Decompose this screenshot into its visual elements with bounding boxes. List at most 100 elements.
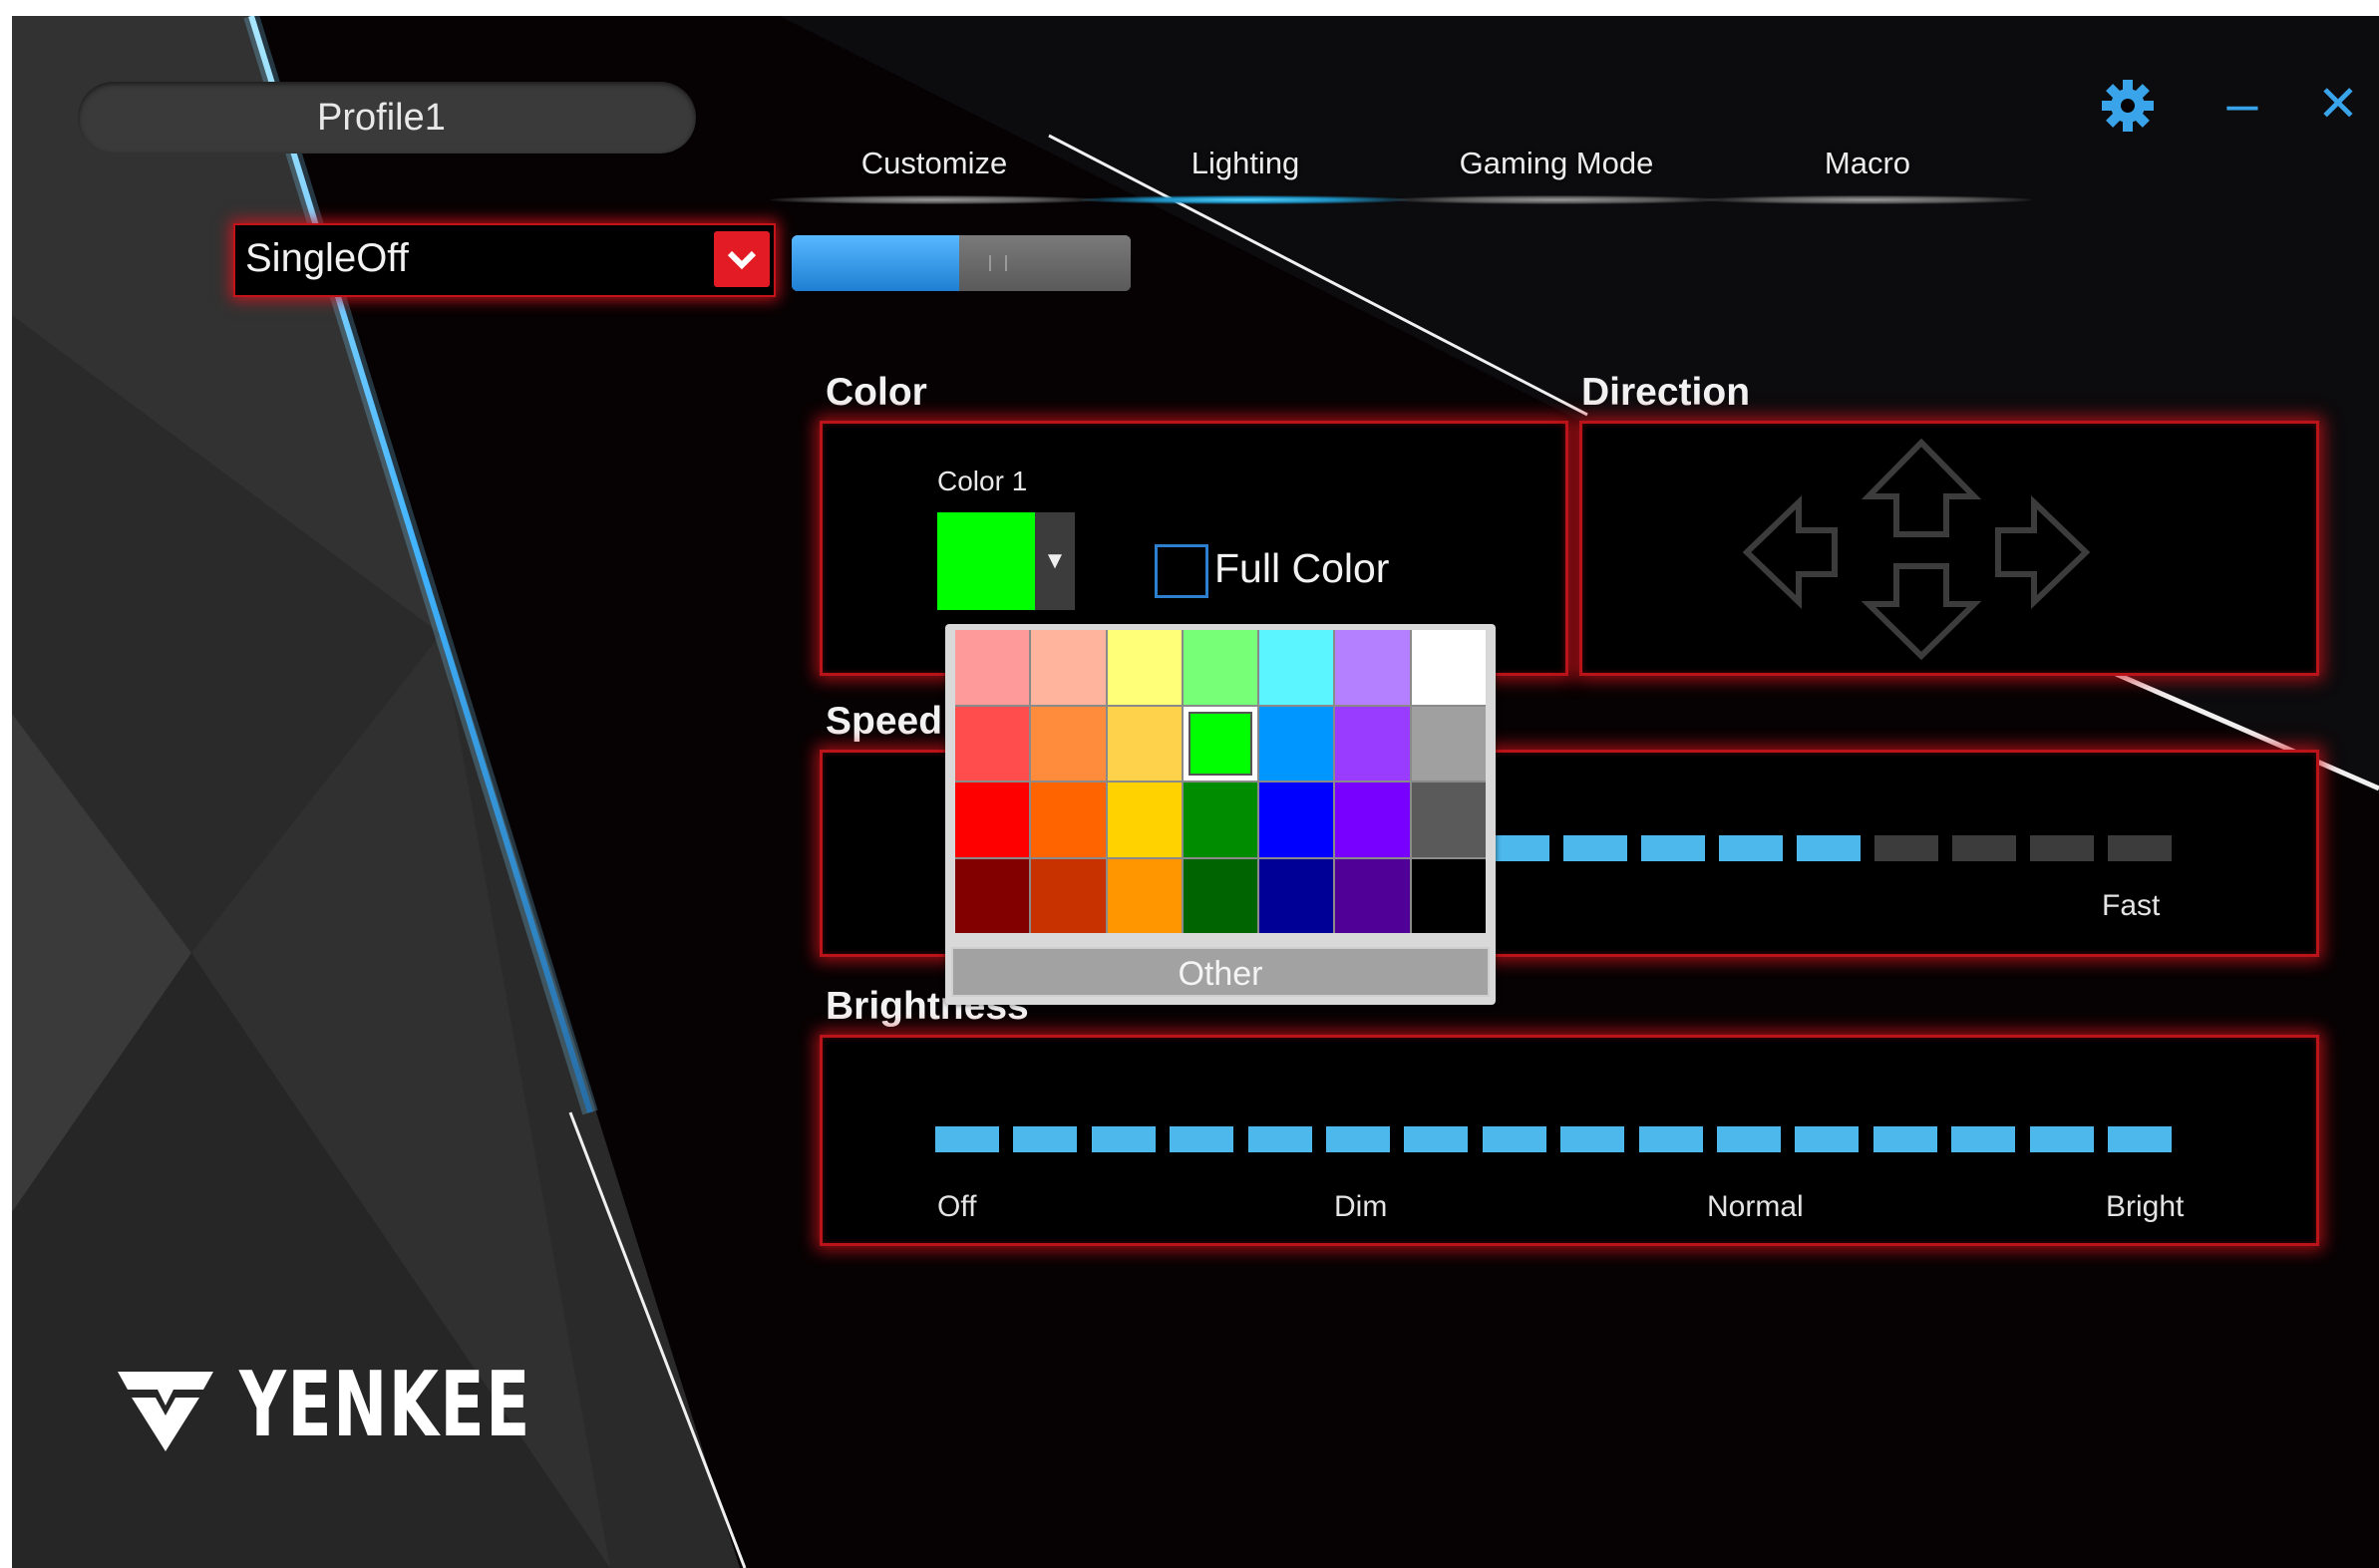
palette-color-cell[interactable] bbox=[1259, 630, 1334, 705]
right-arrow-icon bbox=[1995, 494, 2091, 610]
palette-color-cell[interactable] bbox=[1031, 706, 1106, 781]
tab-customize-underline bbox=[770, 195, 1099, 204]
toggle-knob[interactable] bbox=[959, 235, 1131, 291]
app-window: Profile1 Customize Lighting Gaming Mode … bbox=[12, 16, 2379, 1568]
palette-color-cell[interactable] bbox=[1183, 706, 1258, 781]
tab-gaming-mode[interactable]: Gaming Mode bbox=[1402, 144, 1711, 183]
brightness-segment[interactable] bbox=[1483, 1126, 1546, 1152]
speed-segment[interactable] bbox=[1952, 835, 2016, 861]
palette-color-cell[interactable] bbox=[1031, 630, 1106, 705]
brightness-label-normal: Normal bbox=[1707, 1190, 1804, 1223]
speed-segment[interactable] bbox=[1563, 835, 1627, 861]
brightness-segment[interactable] bbox=[1326, 1126, 1390, 1152]
brightness-segment[interactable] bbox=[1795, 1126, 1859, 1152]
tab-lighting[interactable]: Lighting bbox=[1091, 144, 1400, 183]
lighting-toggle[interactable] bbox=[792, 235, 1131, 291]
palette-color-cell[interactable] bbox=[955, 630, 1030, 705]
brightness-segment[interactable] bbox=[1404, 1126, 1468, 1152]
palette-color-cell[interactable] bbox=[955, 783, 1030, 857]
palette-color-cell[interactable] bbox=[1107, 783, 1182, 857]
brightness-segment[interactable] bbox=[1170, 1126, 1233, 1152]
tab-gaming-mode-underline bbox=[1392, 195, 1721, 204]
other-color-button[interactable]: Other bbox=[951, 947, 1490, 997]
direction-heading: Direction bbox=[1581, 371, 1751, 414]
color1-dropdown-button[interactable]: ▼ bbox=[1035, 512, 1075, 610]
palette-color-cell[interactable] bbox=[1335, 706, 1410, 781]
profile-name: Profile1 bbox=[317, 97, 446, 139]
palette-color-cell[interactable] bbox=[1411, 706, 1486, 781]
color-palette-grid bbox=[955, 630, 1486, 933]
full-color-label: Full Color bbox=[1214, 545, 1390, 591]
brightness-segment[interactable] bbox=[1092, 1126, 1156, 1152]
palette-color-cell[interactable] bbox=[1183, 858, 1258, 933]
brightness-segment[interactable] bbox=[1560, 1126, 1624, 1152]
palette-color-cell[interactable] bbox=[1107, 706, 1182, 781]
direction-arrows bbox=[1742, 438, 2091, 661]
tab-lighting-underline bbox=[1081, 195, 1410, 204]
close-button[interactable]: ✕ bbox=[2303, 74, 2373, 134]
lighting-mode-select[interactable]: SingleOff bbox=[233, 223, 776, 297]
palette-color-cell[interactable] bbox=[1031, 783, 1106, 857]
tab-macro-underline bbox=[1703, 195, 2032, 204]
palette-color-cell[interactable] bbox=[1259, 706, 1334, 781]
speed-segment[interactable] bbox=[1797, 835, 1861, 861]
speed-segment[interactable] bbox=[1641, 835, 1705, 861]
brightness-segment[interactable] bbox=[1951, 1126, 2015, 1152]
tab-macro[interactable]: Macro bbox=[1713, 144, 2022, 183]
lighting-mode-value: SingleOff bbox=[245, 236, 409, 280]
palette-color-cell[interactable] bbox=[1107, 858, 1182, 933]
grip-icon bbox=[989, 255, 1007, 271]
brightness-segment[interactable] bbox=[1013, 1126, 1077, 1152]
palette-color-cell[interactable] bbox=[1259, 783, 1334, 857]
speed-heading: Speed bbox=[826, 700, 943, 743]
speed-slider[interactable] bbox=[1486, 835, 2184, 861]
color1-swatch[interactable] bbox=[937, 512, 1035, 610]
brightness-segment[interactable] bbox=[2030, 1126, 2094, 1152]
brightness-segment[interactable] bbox=[935, 1126, 999, 1152]
brightness-label-dim: Dim bbox=[1334, 1190, 1388, 1223]
palette-color-cell[interactable] bbox=[1107, 630, 1182, 705]
brightness-segment[interactable] bbox=[1248, 1126, 1312, 1152]
palette-color-cell[interactable] bbox=[1411, 630, 1486, 705]
yenkee-logo-icon bbox=[118, 1372, 213, 1451]
speed-segment[interactable] bbox=[2030, 835, 2094, 861]
brightness-segment[interactable] bbox=[2108, 1126, 2172, 1152]
chevron-down-icon[interactable] bbox=[714, 231, 770, 287]
close-icon: ✕ bbox=[2317, 76, 2359, 132]
tab-customize[interactable]: Customize bbox=[780, 144, 1089, 183]
palette-color-cell[interactable] bbox=[1335, 858, 1410, 933]
brightness-segment[interactable] bbox=[1873, 1126, 1937, 1152]
caret-down-icon: ▼ bbox=[1043, 547, 1067, 574]
palette-color-cell[interactable] bbox=[955, 858, 1030, 933]
brightness-segment[interactable] bbox=[1639, 1126, 1703, 1152]
down-arrow-icon bbox=[1861, 563, 1982, 661]
palette-color-cell[interactable] bbox=[955, 706, 1030, 781]
brightness-label-bright: Bright bbox=[2106, 1190, 2185, 1223]
palette-color-cell[interactable] bbox=[1183, 630, 1258, 705]
color1-label: Color 1 bbox=[937, 466, 1028, 496]
palette-color-cell[interactable] bbox=[1335, 630, 1410, 705]
left-arrow-icon bbox=[1742, 494, 1838, 610]
speed-segment[interactable] bbox=[1874, 835, 1938, 861]
color-heading: Color bbox=[826, 371, 927, 414]
color-palette-popup: Other bbox=[945, 624, 1496, 1005]
full-color-checkbox[interactable] bbox=[1155, 544, 1208, 598]
speed-segment[interactable] bbox=[2108, 835, 2172, 861]
brightness-label-off: Off bbox=[937, 1190, 977, 1223]
up-arrow-icon bbox=[1861, 438, 1982, 537]
toggle-fill bbox=[792, 235, 959, 291]
yenkee-logo-text: YENKEE bbox=[239, 1353, 531, 1457]
speed-label-fast: Fast bbox=[2102, 889, 2161, 922]
palette-color-cell[interactable] bbox=[1335, 783, 1410, 857]
minimize-icon: – bbox=[2226, 72, 2258, 135]
palette-color-cell[interactable] bbox=[1183, 783, 1258, 857]
palette-color-cell[interactable] bbox=[1411, 858, 1486, 933]
palette-color-cell[interactable] bbox=[1259, 858, 1334, 933]
gear-icon[interactable] bbox=[2098, 76, 2158, 136]
palette-color-cell[interactable] bbox=[1411, 783, 1486, 857]
palette-color-cell[interactable] bbox=[1031, 858, 1106, 933]
speed-segment[interactable] bbox=[1719, 835, 1783, 861]
minimize-button[interactable]: – bbox=[2208, 74, 2277, 134]
brightness-slider[interactable] bbox=[935, 1126, 2180, 1152]
brightness-segment[interactable] bbox=[1717, 1126, 1781, 1152]
